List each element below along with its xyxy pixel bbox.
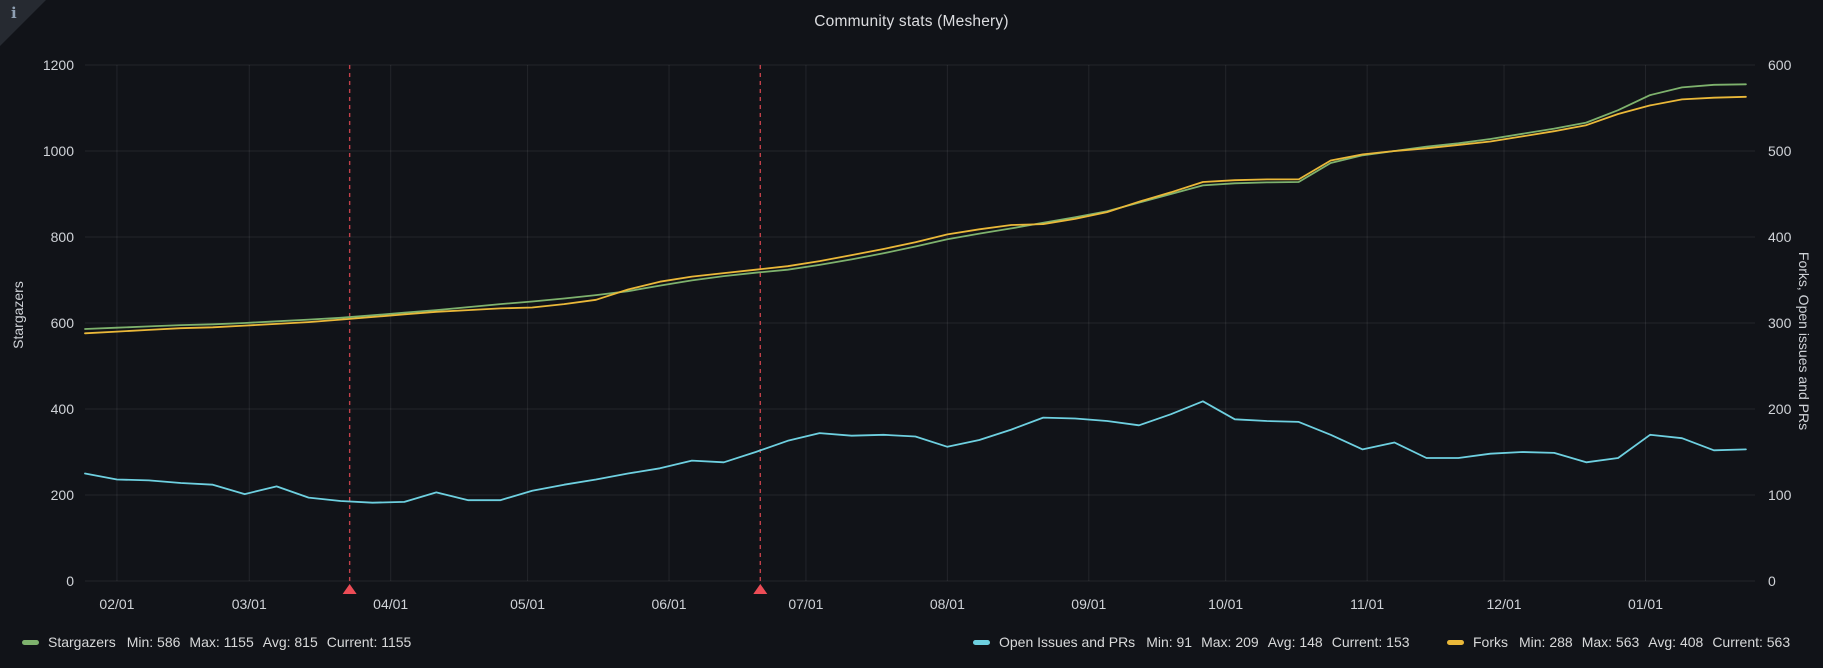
legend-swatch-icon xyxy=(973,640,990,645)
y-left-tick-label: 800 xyxy=(0,229,74,246)
legend-stat-current: Current: 1155 xyxy=(327,634,412,650)
legend-stat-min: Min: 288 xyxy=(1519,634,1573,650)
annotation-marker-triangle-icon[interactable] xyxy=(343,584,357,594)
y-left-tick-label: 1200 xyxy=(0,57,74,74)
x-tick-label: 05/01 xyxy=(496,596,560,613)
legend-series-name[interactable]: Open Issues and PRs xyxy=(999,634,1135,650)
legend-item-forks[interactable]: Forks Min: 288 Max: 563 Avg: 408 Current: 56… xyxy=(1447,629,1790,655)
y-right-tick-label: 100 xyxy=(1768,487,1791,504)
y-right-tick-label: 600 xyxy=(1768,57,1791,74)
legend-stat-avg: Avg: 148 xyxy=(1268,634,1323,650)
y-right-tick-label: 200 xyxy=(1768,401,1791,418)
x-tick-label: 02/01 xyxy=(85,596,149,613)
x-tick-label: 10/01 xyxy=(1194,596,1258,613)
legend-stat-max: Max: 209 xyxy=(1201,634,1259,650)
legend-stat-max: Max: 1155 xyxy=(189,634,253,650)
legend-stat-avg: Avg: 815 xyxy=(263,634,318,650)
legend-series-name[interactable]: Stargazers xyxy=(48,634,116,650)
series-line-stargazers xyxy=(85,84,1746,329)
y-right-tick-label: 0 xyxy=(1768,573,1776,590)
x-tick-label: 01/01 xyxy=(1613,596,1677,613)
legend-swatch-icon xyxy=(22,640,39,645)
y-right-tick-label: 400 xyxy=(1768,229,1791,246)
y-right-tick-label: 300 xyxy=(1768,315,1791,332)
legend-stat-current: Current: 563 xyxy=(1712,634,1790,650)
series-line-open-issues-and-prs xyxy=(85,401,1746,502)
x-tick-label: 08/01 xyxy=(915,596,979,613)
x-tick-label: 12/01 xyxy=(1472,596,1536,613)
legend-stat-current: Current: 153 xyxy=(1332,634,1410,650)
x-tick-label: 06/01 xyxy=(637,596,701,613)
plot-area[interactable] xyxy=(0,0,1823,668)
y-right-tick-label: 500 xyxy=(1768,143,1791,160)
legend-swatch-icon xyxy=(1447,640,1464,645)
x-tick-label: 07/01 xyxy=(774,596,838,613)
legend-stat-avg: Avg: 408 xyxy=(1648,634,1703,650)
legend-item-stargazers[interactable]: Stargazers Min: 586 Max: 1155 Avg: 815 Curre… xyxy=(22,629,411,655)
x-tick-label: 03/01 xyxy=(217,596,281,613)
legend-item-open-issues-and-prs[interactable]: Open Issues and PRs Min: 91 Max: 209 Avg: 1… xyxy=(973,629,1410,655)
legend-stat-min: Min: 586 xyxy=(127,634,181,650)
series-line-forks xyxy=(85,97,1746,333)
x-tick-label: 11/01 xyxy=(1335,596,1399,613)
y-left-tick-label: 200 xyxy=(0,487,74,504)
grafana-panel: i Community stats (Meshery) 020040060080… xyxy=(0,0,1823,668)
legend-stat-max: Max: 563 xyxy=(1582,634,1640,650)
legend: Stargazers Min: 586 Max: 1155 Avg: 815 Curre… xyxy=(0,629,1823,659)
y-left-tick-label: 0 xyxy=(0,573,74,590)
x-tick-label: 09/01 xyxy=(1057,596,1121,613)
legend-stat-min: Min: 91 xyxy=(1146,634,1192,650)
annotation-marker-triangle-icon[interactable] xyxy=(753,584,767,594)
y-axis-left-title: Stargazers xyxy=(10,270,26,360)
y-left-tick-label: 400 xyxy=(0,401,74,418)
y-left-tick-label: 1000 xyxy=(0,143,74,160)
legend-series-name[interactable]: Forks xyxy=(1473,634,1508,650)
x-tick-label: 04/01 xyxy=(359,596,423,613)
y-axis-right-title: Forks, Open issues and PRs xyxy=(1796,246,1812,436)
